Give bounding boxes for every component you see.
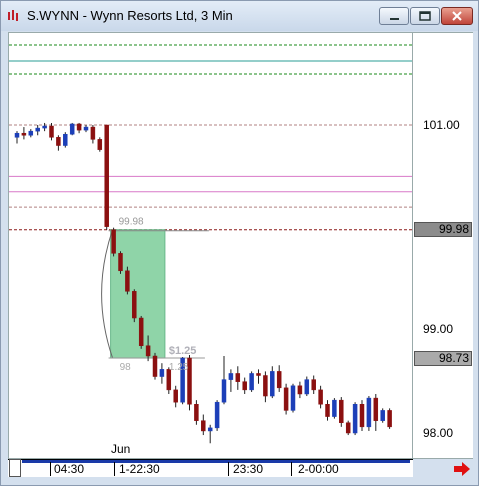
candle-body — [249, 373, 254, 391]
candle-body — [42, 125, 47, 129]
candle-body — [325, 404, 330, 417]
candle-body — [90, 126, 96, 140]
window-title: S.WYNN - Wynn Resorts Ltd, 3 Min — [27, 8, 233, 23]
candle-body — [194, 404, 199, 421]
candle-body — [352, 404, 358, 434]
candle-body — [118, 253, 123, 272]
x-tick-label: 2-00:00 — [298, 462, 339, 476]
candle-body — [132, 291, 137, 319]
scroll-right-arrow-icon[interactable] — [453, 461, 471, 477]
price-plot-area[interactable]: 99.98 $1.25 98 1.25 — [8, 32, 413, 459]
candle-body — [63, 133, 68, 146]
price-axis[interactable]: 101.00 99.98 99.00 98.73 98.00 — [413, 32, 473, 459]
time-separator — [228, 462, 229, 476]
candle-body — [173, 389, 178, 403]
minimize-button[interactable] — [379, 7, 409, 25]
chart-window: S.WYNN - Wynn Resorts Ltd, 3 Min 99.98 $1… — [0, 0, 479, 486]
candle-body — [125, 270, 130, 292]
month-label: Jun — [111, 442, 131, 456]
candle-body — [111, 229, 116, 254]
candle-body — [242, 381, 247, 391]
candle-body — [332, 399, 337, 417]
candle-body — [83, 126, 89, 131]
time-axis[interactable]: 04:30 1-22:30 23:30 2-00:00 — [8, 459, 413, 477]
gain-annotation-shadow: 1.25 — [169, 362, 189, 373]
candle-body — [138, 317, 144, 346]
candle-body — [297, 385, 303, 395]
chart-app-icon — [8, 10, 18, 21]
time-separator — [114, 462, 115, 476]
candle-body — [221, 379, 227, 403]
candle-body — [76, 123, 82, 131]
exit-price-annotation: 98 — [120, 362, 132, 373]
current-price-label: 99.98 — [414, 222, 472, 237]
candle-body — [214, 401, 220, 429]
candle-body — [270, 371, 275, 397]
time-separator — [50, 462, 51, 476]
candle-body — [207, 427, 213, 432]
title-bar[interactable]: S.WYNN - Wynn Resorts Ltd, 3 Min — [1, 1, 478, 31]
maximize-icon — [419, 11, 431, 21]
candle-body — [159, 369, 165, 377]
candle-body — [263, 375, 268, 397]
y-tick-label: 98.00 — [423, 426, 454, 440]
candle-body — [304, 379, 310, 395]
candle-body — [97, 139, 103, 150]
candle-body — [104, 124, 109, 227]
x-tick-label: 04:30 — [54, 462, 85, 476]
candle-body — [283, 387, 289, 411]
y-tick-label: 99.00 — [423, 322, 454, 336]
candle-body — [228, 373, 234, 380]
close-button[interactable] — [441, 7, 473, 25]
candle-body — [256, 373, 261, 376]
candle-body — [201, 420, 206, 432]
profit-zone — [110, 229, 166, 359]
candle-body — [49, 125, 54, 138]
scroll-handle[interactable] — [9, 459, 21, 477]
gain-annotation: $1.25 — [169, 345, 197, 357]
entry-price-annotation: 99.98 — [119, 217, 144, 228]
candle-body — [28, 130, 34, 136]
candle-body — [14, 132, 20, 138]
close-icon — [452, 11, 462, 21]
candlestick-chart[interactable]: 99.98 $1.25 98 1.25 — [9, 33, 412, 458]
candle-body — [373, 397, 379, 421]
candle-body — [235, 373, 241, 382]
candle-body — [339, 399, 344, 423]
last-price-label: 98.73 — [414, 351, 472, 366]
candle-body — [366, 397, 372, 428]
candle-body — [318, 389, 323, 405]
candle-body — [35, 127, 40, 132]
candle-body — [21, 132, 27, 136]
candle-body — [311, 379, 316, 391]
candle-body — [152, 355, 158, 377]
y-tick-label: 101.00 — [423, 118, 460, 132]
candle-body — [359, 404, 365, 428]
x-tick-label: 1-22:30 — [119, 462, 160, 476]
minimize-icon — [390, 18, 399, 20]
time-separator — [291, 462, 292, 476]
candle-body — [145, 345, 151, 357]
candle-body — [387, 410, 392, 428]
x-tick-label: 23:30 — [233, 462, 264, 476]
candle-body — [276, 371, 282, 389]
candle-body — [380, 410, 385, 421]
candle-body — [290, 385, 296, 411]
candle-body — [56, 137, 61, 146]
candle-body — [69, 123, 75, 135]
candle-body — [345, 422, 351, 434]
maximize-button[interactable] — [410, 7, 440, 25]
